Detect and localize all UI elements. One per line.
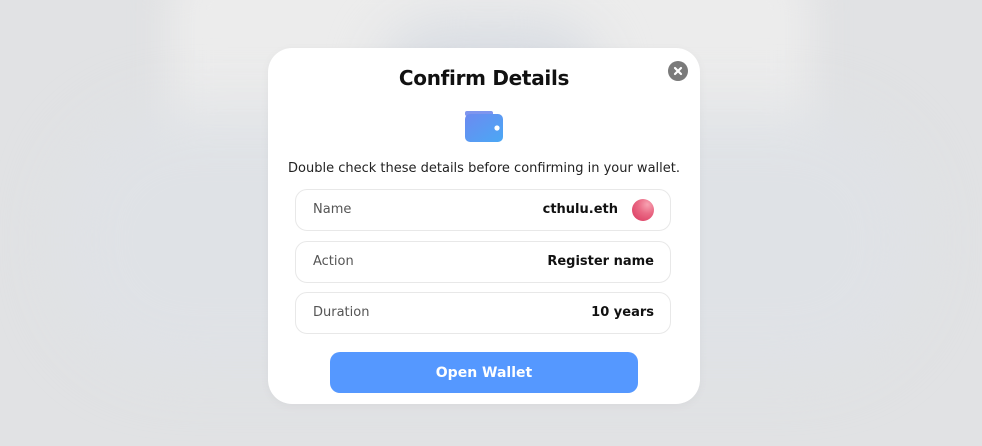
detail-value: Register name <box>547 254 654 269</box>
detail-value: cthulu.eth <box>542 202 618 217</box>
detail-label: Name <box>313 202 352 217</box>
modal-title: Confirm Details <box>398 66 570 90</box>
detail-label: Action <box>313 254 354 269</box>
close-button[interactable] <box>668 61 688 81</box>
wallet-icon <box>464 111 504 143</box>
modal-subtitle: Double check these details before confir… <box>288 161 680 176</box>
confirm-details-modal: Confirm Details Double check these detai… <box>268 48 700 404</box>
detail-row-action: Action Register name <box>295 241 671 283</box>
detail-row-duration: Duration 10 years <box>295 292 671 334</box>
close-icon <box>673 66 683 76</box>
open-wallet-button[interactable]: Open Wallet <box>330 352 638 393</box>
detail-label: Duration <box>313 305 370 320</box>
detail-row-name: Name cthulu.eth <box>295 189 671 231</box>
detail-value: 10 years <box>591 305 654 320</box>
avatar <box>632 199 654 221</box>
